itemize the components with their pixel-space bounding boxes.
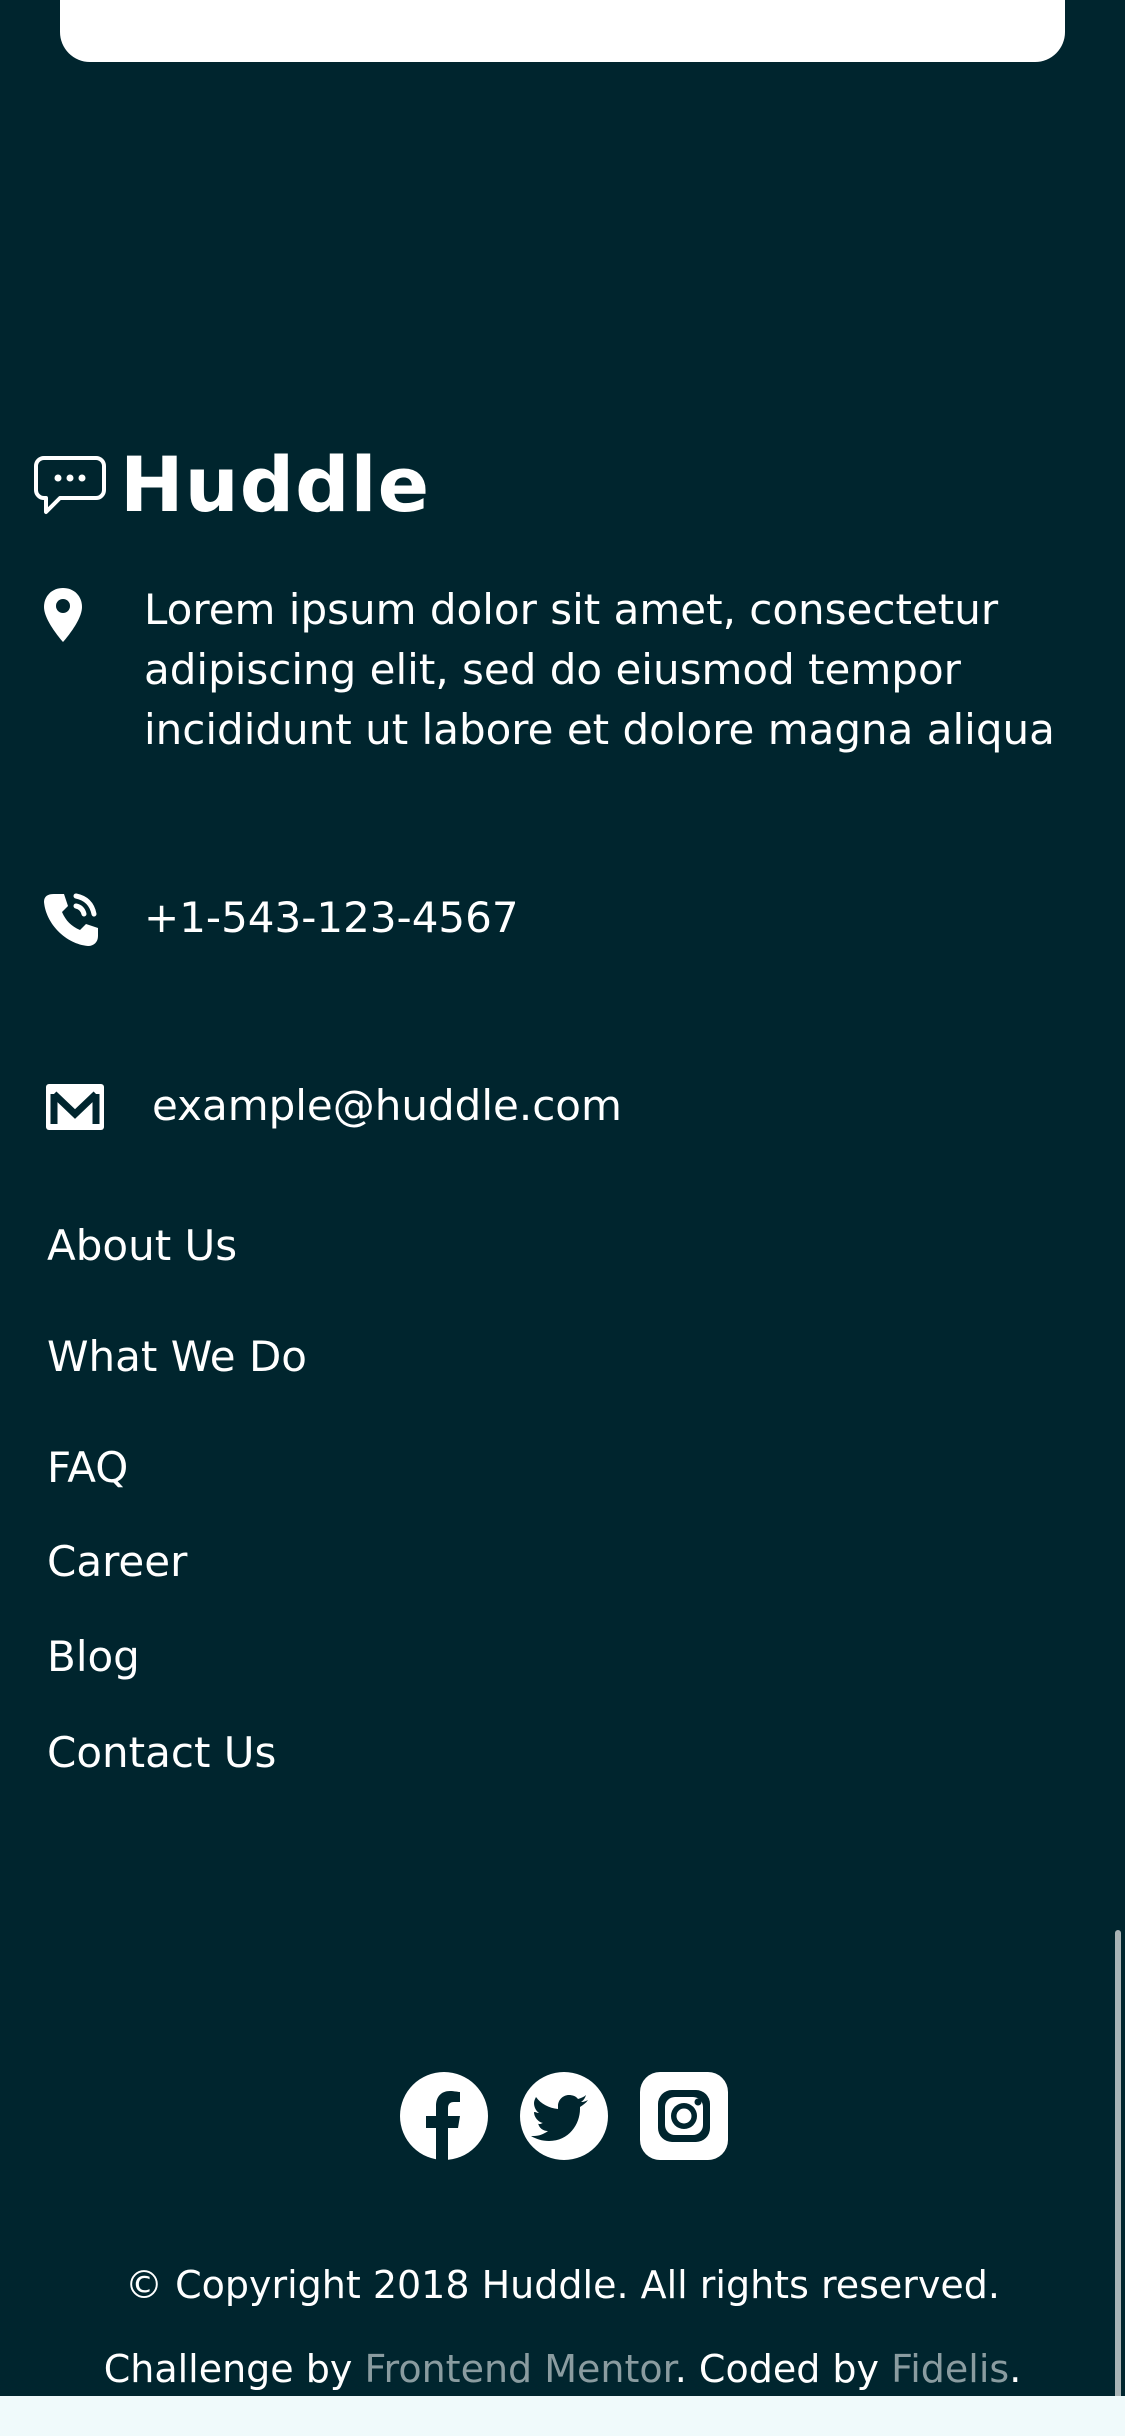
copyright-text: © Copyright 2018 Huddle. All rights rese… [124,2263,1000,2307]
author-link[interactable]: Fidelis [891,2347,1009,2391]
email-address[interactable]: example@huddle.com [152,1076,622,1136]
attribution: Challenge by Frontend Mentor. Coded by F… [0,2342,1125,2396]
bottom-strip [0,2396,1125,2436]
brand-name: Huddle [120,440,431,529]
credit-prefix: Challenge by [103,2347,365,2391]
nav-link-blog[interactable]: Blog [47,1629,140,1685]
location-pin-icon [44,588,82,642]
chat-bubble-icon [34,456,106,514]
twitter-icon[interactable] [520,2072,608,2160]
brand-logo[interactable]: Huddle [34,440,430,530]
credit-middle: . Coded by [674,2347,892,2391]
instagram-icon[interactable] [640,2072,728,2160]
nav-link-about-us[interactable]: About Us [47,1218,237,1274]
scrollbar-thumb[interactable] [1115,1930,1121,2400]
frontend-mentor-link[interactable]: Frontend Mentor [364,2347,674,2391]
address-line: Lorem ipsum dolor sit amet, consectetur [144,585,999,634]
nav-link-contact-us[interactable]: Contact Us [47,1725,276,1781]
nav-link-what-we-do[interactable]: What We Do [47,1329,307,1385]
social-links [400,2072,728,2160]
footer-page: Huddle Lorem ipsum dolor sit amet, conse… [0,0,1125,2436]
nav-link-faq[interactable]: FAQ [47,1440,128,1496]
address-line: incididunt ut labore et dolore magna ali… [144,705,1055,754]
address-line: adipiscing elit, sed do eiusmod tempor [144,645,961,694]
mail-icon [46,1084,104,1130]
facebook-icon[interactable] [400,2072,488,2160]
phone-icon [44,893,98,946]
address-text: Lorem ipsum dolor sit amet, consectetur … [144,580,1055,760]
phone-number[interactable]: +1-543-123-4567 [144,888,519,948]
nav-link-career[interactable]: Career [47,1534,187,1590]
credit-suffix: . [1009,2347,1022,2391]
content-card [60,0,1065,62]
